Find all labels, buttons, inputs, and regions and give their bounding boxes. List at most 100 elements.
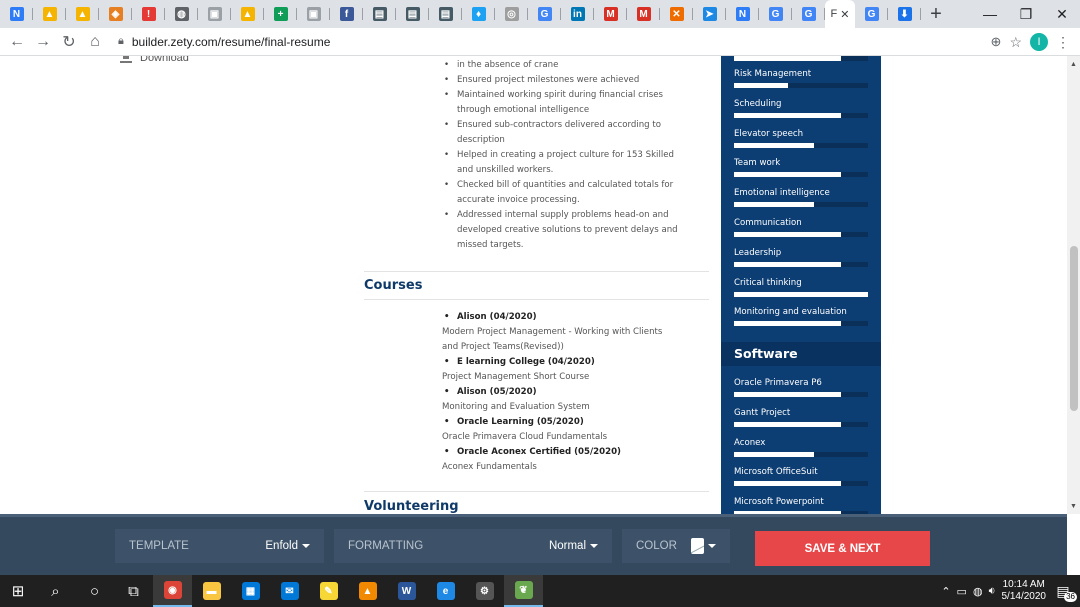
taskbar-app[interactable]: ▲: [348, 575, 387, 607]
browser-tab[interactable]: ▤: [396, 0, 429, 28]
browser-tab[interactable]: ▲: [33, 0, 66, 28]
browser-tab[interactable]: +: [264, 0, 297, 28]
browser-tab[interactable]: G: [792, 0, 825, 28]
browser-tab[interactable]: ◍: [165, 0, 198, 28]
course-school: Oracle Learning (05/2020): [442, 415, 712, 430]
browser-tab[interactable]: N: [0, 0, 33, 28]
browser-tab[interactable]: ▲: [231, 0, 264, 28]
active-browser-tab[interactable]: F ✕: [825, 0, 855, 28]
app-icon: ❦: [514, 581, 533, 599]
reload-icon[interactable]: ↻: [56, 29, 82, 55]
cortana-icon[interactable]: ○: [75, 575, 114, 607]
skill-bar-partial: [734, 56, 868, 61]
browser-tab[interactable]: M: [594, 0, 627, 28]
home-icon[interactable]: ⌂: [82, 29, 108, 55]
clock[interactable]: 10:14 AM 5/14/2020: [1002, 579, 1047, 603]
new-tab-button[interactable]: +: [921, 0, 951, 28]
gmail-icon: M: [603, 7, 618, 21]
browser-tab[interactable]: G: [528, 0, 561, 28]
browser-tab[interactable]: N: [726, 0, 759, 28]
software-item: Microsoft OfficeSuit: [734, 466, 868, 487]
experience-bullet-line: Maintained working spirit during financi…: [457, 90, 664, 100]
edge-icon: e: [436, 582, 455, 600]
template-selector[interactable]: TEMPLATE Enfold: [115, 529, 324, 563]
image-icon: ▣: [207, 7, 222, 21]
formatting-selector[interactable]: FORMATTING Normal: [334, 529, 612, 563]
browser-tab[interactable]: ▤: [429, 0, 462, 28]
address-bar[interactable]: builder.zety.com/resume/final-resume: [132, 35, 331, 49]
forward-icon[interactable]: →: [30, 29, 56, 55]
browser-tab[interactable]: !: [132, 0, 165, 28]
taskbar-app[interactable]: ▦: [231, 575, 270, 607]
experience-bullet: Ensured project milestones were achieved: [442, 73, 712, 88]
browser-tab[interactable]: G: [759, 0, 792, 28]
browser-tab[interactable]: f: [330, 0, 363, 28]
browser-tab[interactable]: in: [561, 0, 594, 28]
browser-tab[interactable]: M: [627, 0, 660, 28]
back-icon[interactable]: ←: [4, 29, 30, 55]
experience-bullet: in the absence of crane: [442, 58, 712, 73]
scroll-down-icon[interactable]: ▼: [1067, 500, 1080, 512]
taskbar-app[interactable]: ◉: [153, 575, 192, 607]
browser-tab[interactable]: ▣: [198, 0, 231, 28]
browser-tab[interactable]: ✕: [660, 0, 693, 28]
close-tab-icon[interactable]: ✕: [840, 8, 849, 21]
browser-tab[interactable]: ▲: [66, 0, 99, 28]
notification-icon[interactable]: ▤ 36: [1052, 581, 1077, 602]
bookmark-star-icon[interactable]: ☆: [1009, 34, 1022, 51]
skill-item: Critical thinking: [734, 277, 868, 297]
browser-tab[interactable]: ♦: [462, 0, 495, 28]
battery-icon[interactable]: ▭: [957, 585, 967, 598]
skill-item-level-fill: [734, 261, 842, 267]
skill-item-level-fill: [734, 83, 788, 88]
course-description: Monitoring and Evaluation System: [442, 402, 590, 412]
browser-tab[interactable]: ➤: [693, 0, 726, 28]
menu-icon[interactable]: ⋮: [1056, 34, 1070, 51]
search-icon[interactable]: ⌕: [36, 575, 75, 607]
browser-tab[interactable]: ◈: [99, 0, 132, 28]
skill-item: Monitoring and evaluation: [734, 306, 868, 327]
chevron-up-icon[interactable]: ⌃: [941, 585, 950, 598]
profile-avatar[interactable]: I: [1030, 33, 1048, 51]
courses-list: Alison (04/2020) Modern Project Managemen…: [442, 310, 712, 475]
skill-item-label: Scheduling: [734, 98, 782, 109]
taskbar-app[interactable]: ✎: [309, 575, 348, 607]
windows-start-icon[interactable]: ⊞: [0, 575, 36, 607]
taskbar-app[interactable]: e: [426, 575, 465, 607]
browser-tab[interactable]: ▣: [297, 0, 330, 28]
page-scrollbar[interactable]: ▲ ▼: [1067, 56, 1080, 514]
taskbar-app[interactable]: ▬: [192, 575, 231, 607]
save-next-button[interactable]: SAVE & NEXT: [755, 531, 930, 566]
course-description: Modern Project Management - Working with…: [442, 327, 663, 337]
settings-icon: ⚙: [475, 582, 494, 600]
network-icon[interactable]: ◍: [973, 585, 983, 598]
taskbar-app[interactable]: W: [387, 575, 426, 607]
color-selector[interactable]: COLOR: [622, 529, 730, 563]
browser-tab[interactable]: ⬇: [888, 0, 921, 28]
software-item-label: Aconex: [734, 437, 766, 448]
close-window-button[interactable]: ✕: [1044, 0, 1080, 28]
taskbar-app[interactable]: ✉: [270, 575, 309, 607]
volume-icon[interactable]: 🔉︎: [989, 585, 996, 598]
skill-item-level-fill: [734, 232, 842, 237]
browser-tab[interactable]: G: [855, 0, 888, 28]
task-view-icon[interactable]: ⧉: [114, 575, 153, 607]
web-icon: ▤: [438, 7, 453, 21]
zoom-icon[interactable]: ⊕: [991, 34, 1002, 50]
skill-item: Communication: [734, 217, 868, 237]
software-item: Oracle Primavera P6: [734, 377, 868, 397]
lock-icon[interactable]: 🔒︎: [118, 35, 124, 48]
chrome-icon: ◉: [163, 581, 182, 599]
taskbar-app[interactable]: ❦: [504, 575, 543, 607]
skill-item-level-bar: [734, 202, 868, 208]
download-link[interactable]: Download: [120, 56, 189, 64]
scroll-up-icon[interactable]: ▲: [1067, 58, 1080, 70]
software-item-level-bar: [734, 392, 868, 397]
minimize-button[interactable]: —: [972, 0, 1008, 28]
browser-tab[interactable]: ▤: [363, 0, 396, 28]
browser-tab[interactable]: ◎: [495, 0, 528, 28]
skill-item: Scheduling: [734, 98, 868, 118]
restore-button[interactable]: ❐: [1008, 0, 1044, 28]
scroll-thumb[interactable]: [1070, 246, 1078, 411]
taskbar-app[interactable]: ⚙: [465, 575, 504, 607]
